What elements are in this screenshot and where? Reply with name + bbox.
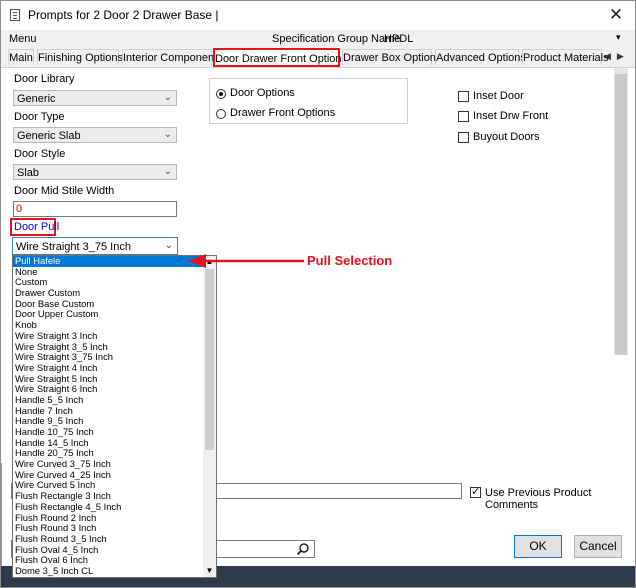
dropdown-scrollbar[interactable]: ▲ ▼ bbox=[203, 256, 216, 577]
door-style-value: Slab bbox=[17, 167, 40, 179]
title-bar: Prompts for 2 Door 2 Drawer Base | ✕ bbox=[1, 1, 635, 29]
dropdown-item[interactable]: Wire Straight 3_5 Inch bbox=[13, 342, 203, 353]
inset-door-checkbox[interactable] bbox=[458, 91, 469, 102]
door-type-select[interactable]: Generic Slab ⌄ bbox=[13, 127, 177, 143]
chevron-down-icon[interactable]: ▾ bbox=[616, 32, 621, 43]
mid-stile-input[interactable]: 0 bbox=[13, 201, 177, 217]
dropdown-item[interactable]: Wire Curved 4_25 Inch bbox=[13, 470, 203, 481]
dropdown-item[interactable]: Handle 9_5 Inch bbox=[13, 416, 203, 427]
scroll-down-icon[interactable]: ▼ bbox=[203, 565, 216, 577]
use-previous-comments-label: Use Previous Product Comments bbox=[485, 487, 592, 511]
menu-bar: Menu Specification Group Name HPDL ▾ bbox=[1, 30, 635, 48]
tab-strip: Main Finishing Options Interior Componen… bbox=[1, 48, 635, 68]
door-options-label: Door Options bbox=[230, 87, 295, 99]
dropdown-item[interactable]: Wire Curved 5 Inch bbox=[13, 480, 203, 491]
tab-finishing-options[interactable]: Finishing Options bbox=[37, 49, 123, 65]
dropdown-scroll-thumb[interactable] bbox=[205, 269, 214, 450]
dropdown-item[interactable]: Handle 7 Inch bbox=[13, 406, 203, 417]
dropdown-item[interactable]: Flush Rectangle 4_5 Inch bbox=[13, 502, 203, 513]
door-pull-value: Wire Straight 3_75 Inch bbox=[16, 241, 131, 253]
options-group: Door Options Drawer Front Options bbox=[209, 78, 408, 124]
drawer-front-options-radio[interactable] bbox=[216, 109, 226, 119]
content-scrollbar[interactable] bbox=[614, 68, 628, 355]
dropdown-item[interactable]: Drawer Custom bbox=[13, 288, 203, 299]
dropdown-item[interactable]: Flush Rectangle 3 Inch bbox=[13, 491, 203, 502]
document-icon bbox=[10, 9, 20, 21]
prompts-window: Prompts for 2 Door 2 Drawer Base | ✕ Men… bbox=[0, 0, 636, 588]
buyout-doors-checkbox[interactable] bbox=[458, 132, 469, 143]
tab-drawer-box-options[interactable]: Drawer Box Options bbox=[342, 49, 441, 65]
tab-main[interactable]: Main bbox=[8, 49, 34, 65]
tab-interior-components[interactable]: Interior Components bbox=[122, 49, 223, 65]
dropdown-item[interactable]: Flush Round 3_5 Inch bbox=[13, 534, 203, 545]
tab-product-materials[interactable]: Product Materials bbox=[522, 49, 609, 65]
spec-group-label: Specification Group Name bbox=[272, 33, 401, 45]
dropdown-items: Pull Hafele None Custom Drawer Custom Door B… bbox=[13, 256, 216, 577]
door-style-select[interactable]: Slab ⌄ bbox=[13, 164, 177, 180]
door-style-label: Door Style bbox=[14, 148, 66, 160]
door-library-value: Generic bbox=[17, 93, 56, 105]
mid-stile-label: Door Mid Stile Width bbox=[14, 185, 115, 197]
cancel-button[interactable]: Cancel bbox=[574, 535, 622, 558]
inset-door-label: Inset Door bbox=[473, 90, 524, 102]
door-type-value: Generic Slab bbox=[17, 130, 81, 142]
inset-drw-front-label: Inset Drw Front bbox=[473, 110, 549, 122]
ok-button[interactable]: OK bbox=[514, 535, 562, 558]
dropdown-item[interactable]: Flush Round 3 Inch bbox=[13, 523, 203, 534]
use-previous-comments-checkbox[interactable] bbox=[470, 485, 481, 498]
chevron-down-icon: ⌄ bbox=[164, 240, 173, 251]
door-pull-label: Door Pull bbox=[14, 221, 60, 233]
menu-item[interactable]: Menu bbox=[9, 33, 37, 45]
dropdown-item[interactable]: Knob bbox=[13, 320, 203, 331]
dropdown-item[interactable]: Handle 5_5 Inch bbox=[13, 395, 203, 406]
window-title: Prompts for 2 Door 2 Drawer Base | bbox=[28, 8, 219, 22]
dropdown-item[interactable]: Wire Straight 4 Inch bbox=[13, 363, 203, 374]
dropdown-item[interactable]: Pull Hafele bbox=[13, 256, 203, 267]
dropdown-item[interactable]: Flush Oval 6 Inch bbox=[13, 555, 203, 566]
dropdown-item[interactable]: Door Base Custom bbox=[13, 299, 203, 310]
door-library-label: Door Library bbox=[14, 73, 75, 85]
dropdown-item[interactable]: Handle 20_75 Inch bbox=[13, 448, 203, 459]
dropdown-item[interactable]: Handle 10_75 Inch bbox=[13, 427, 203, 438]
inset-drw-front-checkbox[interactable] bbox=[458, 111, 469, 122]
tab-door-drawer-front-options[interactable]: Door Drawer Front Options bbox=[213, 48, 347, 67]
door-type-label: Door Type bbox=[14, 111, 65, 123]
close-icon[interactable]: ✕ bbox=[605, 4, 627, 26]
annotation-arrow-icon bbox=[188, 254, 304, 268]
dropdown-item[interactable]: Door Upper Custom bbox=[13, 309, 203, 320]
tab-scroll-arrows-icon[interactable]: ◀▶ bbox=[604, 51, 630, 62]
chevron-down-icon: ⌄ bbox=[163, 92, 172, 103]
dropdown-item[interactable]: Wire Straight 3_75 Inch bbox=[13, 352, 203, 363]
dropdown-item[interactable]: Wire Straight 3 Inch bbox=[13, 331, 203, 342]
door-pull-dropdown-list[interactable]: Pull Hafele None Custom Drawer Custom Door B… bbox=[12, 255, 217, 578]
door-library-select[interactable]: Generic ⌄ bbox=[13, 90, 177, 106]
door-options-radio[interactable] bbox=[216, 89, 226, 99]
search-icon[interactable] bbox=[296, 542, 310, 556]
spec-group-value[interactable]: HPDL bbox=[384, 33, 413, 45]
dropdown-item[interactable]: Flush Round 2 Inch bbox=[13, 513, 203, 524]
annotation-label: Pull Selection bbox=[307, 253, 393, 268]
chevron-down-icon: ⌄ bbox=[163, 166, 172, 177]
drawer-front-options-label: Drawer Front Options bbox=[230, 107, 336, 119]
dropdown-item[interactable]: Wire Straight 5 Inch bbox=[13, 374, 203, 385]
dropdown-item[interactable]: None bbox=[13, 267, 203, 278]
dropdown-item[interactable]: Handle 14_5 Inch bbox=[13, 438, 203, 449]
dropdown-item[interactable]: Dome 3_5 Inch CL bbox=[13, 566, 203, 577]
dropdown-item[interactable]: Flush Oval 4_5 Inch bbox=[13, 545, 203, 556]
scrollbar-thumb[interactable] bbox=[615, 74, 627, 355]
door-pull-select[interactable]: Wire Straight 3_75 Inch ⌄ bbox=[12, 237, 178, 255]
chevron-down-icon: ⌄ bbox=[163, 129, 172, 140]
dropdown-item[interactable]: Wire Straight 6 Inch bbox=[13, 384, 203, 395]
buyout-doors-label: Buyout Doors bbox=[473, 131, 540, 143]
tab-advanced-options[interactable]: Advanced Options bbox=[435, 49, 526, 65]
dropdown-item[interactable]: Custom bbox=[13, 277, 203, 288]
dropdown-item[interactable]: Wire Curved 3_75 Inch bbox=[13, 459, 203, 470]
